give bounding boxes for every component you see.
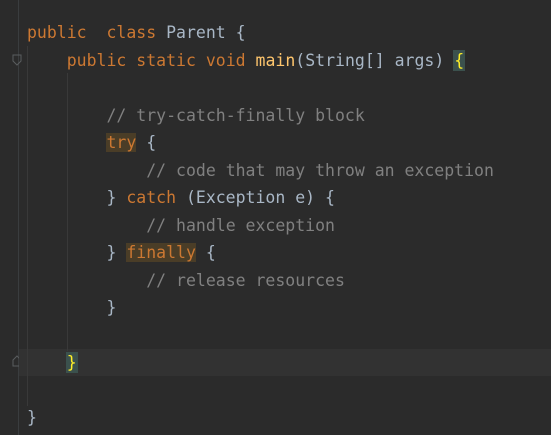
code-token: // code that may throw an exception — [146, 160, 494, 180]
code-line[interactable]: // release resources — [27, 267, 345, 294]
code-token: void — [205, 50, 246, 70]
code-line[interactable]: } finally { — [27, 239, 216, 266]
code-line[interactable]: // code that may throw an exception — [27, 157, 494, 184]
code-editor[interactable]: public class Parent { public static void… — [0, 0, 551, 435]
code-token: finally — [126, 243, 196, 262]
code-line[interactable]: // handle exception — [27, 212, 335, 239]
code-line[interactable]: try { — [27, 129, 156, 156]
code-line[interactable]: public class Parent { — [27, 19, 246, 46]
code-token: // release resources — [146, 270, 345, 290]
code-token: try — [106, 133, 137, 152]
code-token: // handle exception — [146, 215, 335, 235]
code-token: Parent { — [156, 23, 246, 42]
code-token: (Exception e) { — [176, 188, 335, 207]
code-token: public — [27, 23, 87, 42]
code-token: public — [66, 50, 127, 70]
code-token: catch — [126, 188, 177, 207]
code-token: // try-catch-finally block — [106, 105, 365, 125]
code-token: { — [195, 243, 216, 262]
code-token: { — [136, 133, 157, 152]
code-token: (String[] args) — [295, 50, 455, 70]
code-line[interactable]: } — [27, 404, 37, 431]
code-line[interactable]: } catch (Exception e) { — [27, 184, 335, 211]
code-line[interactable]: // try-catch-finally block — [27, 102, 365, 129]
code-token: } — [27, 298, 117, 317]
code-token: } — [27, 243, 127, 262]
current-line-highlight — [19, 349, 551, 376]
code-line[interactable]: } — [27, 294, 116, 321]
code-token: main — [255, 50, 296, 70]
code-token: } — [27, 408, 37, 427]
code-line[interactable]: public static void main(String[] args) { — [27, 47, 466, 74]
code-token: class — [106, 23, 157, 42]
matched-brace: } — [65, 352, 78, 373]
code-line[interactable]: } — [27, 349, 78, 376]
fold-open-icon[interactable] — [12, 54, 22, 67]
matched-brace: { — [453, 49, 466, 71]
code-token: } — [27, 188, 127, 207]
code-token: static — [136, 50, 196, 70]
